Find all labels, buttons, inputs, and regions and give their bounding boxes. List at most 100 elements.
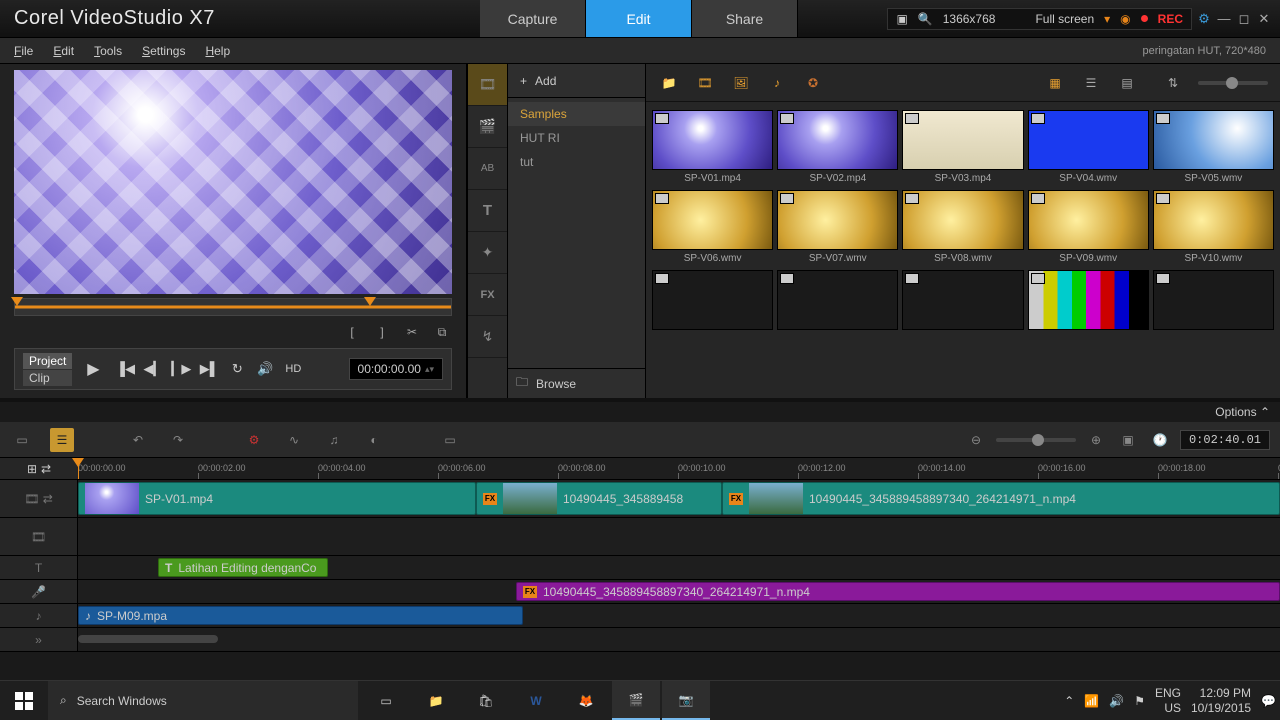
videostudio-task-icon[interactable]: 🎬 [612, 681, 660, 720]
mark-in-icon[interactable] [11, 297, 23, 306]
title-track-head[interactable]: T [0, 556, 78, 579]
playhead[interactable] [78, 458, 79, 479]
zoom-in-button[interactable]: ⊕ [1084, 428, 1108, 452]
store-icon[interactable]: 🛍 [462, 681, 510, 720]
subtitle-button[interactable]: ▭ [438, 428, 462, 452]
auto-music-button[interactable]: ♫ [322, 428, 346, 452]
notifications-icon[interactable]: 💬 [1261, 694, 1276, 708]
media-thumb[interactable] [902, 270, 1023, 333]
storyboard-view-button[interactable]: ▭ [10, 428, 34, 452]
nav-instant[interactable]: 🎬 [468, 106, 507, 148]
nav-filter[interactable]: FX [468, 274, 507, 316]
view-list-icon[interactable]: ☰ [1080, 72, 1102, 94]
nav-graphic[interactable]: ✦ [468, 232, 507, 274]
nav-path[interactable]: ↯ [468, 316, 507, 358]
show-smart-icon[interactable]: ✪ [802, 72, 824, 94]
media-thumb[interactable]: SP-V10.wmv [1153, 190, 1274, 264]
media-thumb[interactable] [1028, 270, 1149, 333]
folder-tut[interactable]: tut [508, 150, 645, 174]
volume-button[interactable]: 🔊 [254, 358, 276, 380]
language-indicator[interactable]: ENGUS [1155, 686, 1181, 715]
add-folder-button[interactable]: + Add [508, 64, 645, 98]
project-mode-tab[interactable]: Project [23, 353, 72, 369]
clip-video-1b[interactable]: FX 10490445_345889458 [476, 482, 722, 515]
home-button[interactable]: ▐◀ [114, 358, 136, 380]
media-thumb[interactable] [777, 270, 898, 333]
show-video-icon[interactable]: 🎞 [694, 72, 716, 94]
redo-button[interactable]: ↷ [166, 428, 190, 452]
options-icon[interactable]: ⚙ [1196, 11, 1212, 27]
hd-button[interactable]: HD [282, 358, 304, 380]
close-button[interactable]: ✕ [1256, 11, 1272, 27]
media-thumb[interactable]: SP-V08.wmv [902, 190, 1023, 264]
mark-out-button[interactable]: ] [372, 322, 392, 342]
maximize-button[interactable]: ◻ [1236, 11, 1252, 27]
clip-video-1a[interactable]: SP-V01.mp4 [78, 482, 476, 515]
media-thumb[interactable] [652, 270, 773, 333]
browse-button[interactable]: 🗀 Browse [508, 368, 645, 398]
start-button[interactable] [0, 681, 48, 720]
firefox-icon[interactable]: 🦊 [562, 681, 610, 720]
tab-edit[interactable]: Edit [586, 0, 692, 37]
mark-in-button[interactable]: [ [342, 322, 362, 342]
import-icon[interactable]: 📁 [658, 72, 680, 94]
enlarge-button[interactable]: ⧉ [432, 322, 452, 342]
video-track-head[interactable]: 🎞 ⇄ [0, 480, 78, 517]
sort-icon[interactable]: ⇅ [1162, 72, 1184, 94]
mixer-button[interactable]: ∿ [282, 428, 306, 452]
zoom-out-button[interactable]: ⊖ [964, 428, 988, 452]
tab-capture[interactable]: Capture [480, 0, 586, 37]
undo-button[interactable]: ↶ [126, 428, 150, 452]
menu-tools[interactable]: Tools [94, 44, 122, 58]
next-frame-button[interactable]: ▎▶ [170, 358, 192, 380]
record-button[interactable]: ⚙ [242, 428, 266, 452]
minimize-button[interactable]: — [1216, 11, 1232, 27]
nav-transition[interactable]: AB [468, 148, 507, 190]
menu-file[interactable]: File [14, 44, 33, 58]
ruler-header[interactable]: ⊞ ⇄ [0, 458, 78, 479]
clock[interactable]: 12:09 PM10/19/2015 [1191, 686, 1251, 715]
media-thumb[interactable]: SP-V09.wmv [1028, 190, 1149, 264]
media-thumb[interactable]: SP-V04.wmv [1028, 110, 1149, 184]
preview-video[interactable] [14, 70, 452, 294]
expand-tracks-icon[interactable]: » [0, 628, 78, 651]
screen-recorder-bar[interactable]: ▣ 🔍 1366x768 Full screen ▾ ◉ REC [887, 8, 1192, 30]
menu-help[interactable]: Help [205, 44, 230, 58]
project-duration[interactable]: 0:02:40.01 [1180, 430, 1270, 450]
media-thumb[interactable]: SP-V03.mp4 [902, 110, 1023, 184]
voice-track-head[interactable]: 🎤 [0, 580, 78, 603]
search-box[interactable]: ⌕ Search Windows [48, 681, 358, 720]
task-view-icon[interactable]: ▭ [362, 681, 410, 720]
explorer-icon[interactable]: 📁 [412, 681, 460, 720]
menu-settings[interactable]: Settings [142, 44, 185, 58]
show-audio-icon[interactable]: ♪ [766, 72, 788, 94]
camera-task-icon[interactable]: 📷 [662, 681, 710, 720]
end-button[interactable]: ▶▌ [198, 358, 220, 380]
horizontal-scrollbar[interactable] [78, 635, 218, 643]
repeat-button[interactable]: ↻ [226, 358, 248, 380]
menu-edit[interactable]: Edit [53, 44, 74, 58]
folder-hut-ri[interactable]: HUT RI [508, 126, 645, 150]
jog-bar[interactable] [14, 298, 452, 316]
folder-samples[interactable]: Samples [508, 102, 645, 126]
flag-icon[interactable]: ⚑ [1134, 694, 1145, 708]
split-button[interactable]: ✂ [402, 322, 422, 342]
speaker-icon[interactable]: 🔊 [1109, 694, 1124, 708]
media-thumb[interactable] [1153, 270, 1274, 333]
media-thumb[interactable]: SP-V05.wmv [1153, 110, 1274, 184]
nav-media[interactable]: 🎞 [468, 64, 507, 106]
tab-share[interactable]: Share [692, 0, 798, 37]
preview-timecode[interactable]: 00:00:00.00▴▾ [349, 358, 443, 380]
clip-mode-tab[interactable]: Clip [23, 370, 72, 386]
media-thumb[interactable]: SP-V01.mp4 [652, 110, 773, 184]
nav-title[interactable]: T [468, 190, 507, 232]
view-thumb-icon[interactable]: ▦ [1044, 72, 1066, 94]
clip-video-1c[interactable]: FX 10490445_345889458897340_264214971_n.… [722, 482, 1280, 515]
word-icon[interactable]: W [512, 681, 560, 720]
thumb-size-slider[interactable] [1198, 81, 1268, 85]
overlay-track-head[interactable]: 🎞 [0, 518, 78, 555]
timeline-view-button[interactable]: ☰ [50, 428, 74, 452]
play-button[interactable]: ▶ [78, 358, 108, 380]
clip-voice[interactable]: FX 10490445_345889458897340_264214971_n.… [516, 582, 1280, 601]
add-track-icon[interactable]: ⊞ [27, 462, 37, 476]
